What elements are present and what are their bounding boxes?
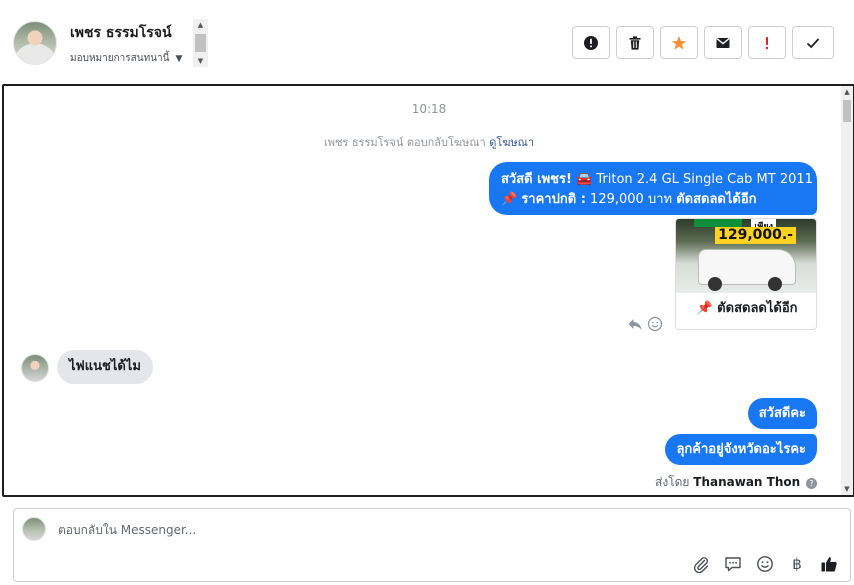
smiley-reaction-icon[interactable] [647, 316, 663, 332]
wheel-icon [708, 277, 722, 291]
composer-toolbar: ฿ [690, 553, 840, 575]
speech-bubble-icon [725, 557, 741, 572]
emoji-button[interactable] [754, 553, 776, 575]
star-icon [671, 35, 687, 50]
sent-by-name[interactable]: Thanawan Thon [693, 475, 800, 489]
discount-note: ตัดสดลดได้อีก [676, 192, 757, 207]
price-badge: 129,000.- [715, 227, 796, 244]
scroll-up-arrow-icon[interactable]: ▲ [841, 88, 853, 96]
flag-important-button[interactable] [748, 26, 786, 59]
scroll-thumb[interactable] [195, 34, 206, 52]
sender-avatar[interactable] [21, 354, 49, 382]
delete-button[interactable] [616, 26, 654, 59]
smiley-icon [757, 556, 773, 572]
baht-icon: ฿ [792, 555, 802, 573]
alert-circle-icon [584, 35, 598, 50]
reply-arrow-icon[interactable] [627, 316, 643, 332]
checkmark-icon [806, 37, 820, 48]
sent-by-label: ส่งโดย [655, 475, 690, 489]
attach-file-button[interactable] [690, 553, 712, 575]
reply-composer: ฿ [13, 508, 851, 582]
outgoing-message[interactable]: สวัสดีคะ [747, 398, 817, 429]
card-caption: 📌 ตัดสดลดได้อีก [696, 301, 798, 316]
assign-conversation-dropdown[interactable]: มอบหมายการสนทนานี้ ▼ [70, 51, 182, 66]
scroll-up-arrow-icon[interactable]: ▲ [193, 19, 208, 31]
contact-name[interactable]: เพชร ธรรมโรจน์ [70, 22, 172, 44]
message-timestamp: 10:18 [411, 102, 447, 116]
scroll-down-arrow-icon[interactable]: ▼ [193, 55, 208, 67]
saved-replies-button[interactable] [722, 553, 744, 575]
truck-photo: เพียง 129,000.- [676, 219, 816, 293]
conversation-actions [572, 26, 834, 59]
outgoing-message[interactable]: ลุกค้าอยู่จังหวัดอะไรคะ [665, 434, 817, 465]
view-ad-link[interactable]: ดูโฆษณา [489, 136, 534, 149]
car-emoji-icon: 🚘 [576, 172, 593, 187]
header-scrollbar[interactable]: ▲ ▼ [193, 19, 208, 67]
dealer-banner [694, 219, 742, 227]
scroll-down-arrow-icon[interactable]: ▼ [841, 485, 853, 493]
caret-down-icon: ▼ [175, 53, 183, 64]
mark-spam-button[interactable] [572, 26, 610, 59]
conversation-header: เพชร ธรรมโรจน์ มอบหมายการสนทนานี้ ▼ ▲ ▼ [0, 0, 854, 84]
car-model-text: Triton 2.4 GL Single Cab MT 2011 [596, 172, 813, 187]
greeting-text: สวัสดี เพชร! [501, 172, 572, 187]
like-button[interactable] [818, 553, 840, 575]
envelope-icon [716, 37, 730, 48]
trash-icon [629, 35, 641, 50]
pin-emoji-icon: 📌 [501, 192, 518, 207]
contact-avatar[interactable] [13, 21, 57, 65]
help-question-icon[interactable]: ? [806, 478, 817, 489]
payment-button[interactable]: ฿ [786, 553, 808, 575]
star-button[interactable] [660, 26, 698, 59]
paperclip-icon [693, 557, 709, 573]
incoming-message[interactable]: ไฟแนชได้ไม [57, 350, 153, 384]
ad-image-card[interactable]: เพียง 129,000.- 📌 ตัดสดลดได้อีก [675, 218, 817, 330]
sent-by-line: ส่งโดย Thanawan Thon ? [655, 473, 817, 492]
outgoing-message[interactable]: สวัสดี เพชร! 🚘 Triton 2.4 GL Single Cab … [489, 162, 817, 215]
ad-reply-notice: เพชร ธรรมโรจน์ ตอบกลับโฆษณา ดูโฆษณา [4, 133, 853, 151]
page-avatar [22, 517, 46, 541]
wheel-icon [768, 277, 782, 291]
message-actions [627, 316, 663, 332]
mark-unread-button[interactable] [704, 26, 742, 59]
exclamation-icon [765, 36, 769, 49]
reply-input[interactable] [58, 521, 758, 539]
message-thread[interactable]: ▲ ▼ 10:18 เพชร ธรรมโรจน์ ตอบกลับโฆษณา ดู… [2, 84, 854, 497]
ad-reply-text: เพชร ธรรมโรจน์ ตอบกลับโฆษณา [323, 136, 486, 149]
mark-done-button[interactable] [792, 26, 834, 59]
normal-price-value: 129,000 บาท [590, 192, 673, 207]
assign-label: มอบหมายการสนทนานี้ [70, 53, 170, 64]
normal-price-label: ราคาปกติ : [521, 192, 586, 207]
thumbs-up-icon [821, 557, 837, 572]
